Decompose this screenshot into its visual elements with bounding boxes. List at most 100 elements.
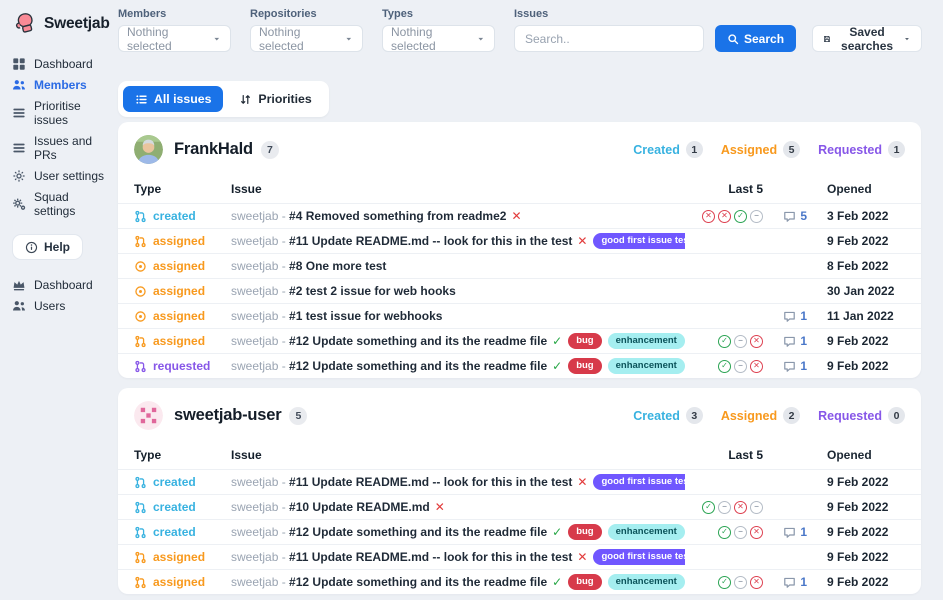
- issue-row[interactable]: assigned sweetjab - #12 Update something …: [118, 328, 921, 353]
- stat-count-badge: 2: [783, 407, 801, 424]
- comments-cell: 1: [763, 309, 807, 323]
- comments-cell: 1: [763, 334, 807, 348]
- issue-title[interactable]: #12 Update something and its the readme …: [289, 334, 547, 348]
- issue-type-label: requested: [153, 359, 211, 373]
- issue-row[interactable]: assigned sweetjab - #8 One more test 8 Feb…: [118, 253, 921, 278]
- sidebar-item-prioritise-issues[interactable]: Prioritise issues: [12, 95, 112, 130]
- issues-search-input[interactable]: [514, 25, 704, 52]
- issue-label: enhancement: [607, 358, 685, 374]
- boxing-glove-icon: [12, 10, 39, 37]
- lines-icon: [12, 141, 26, 155]
- issue-title[interactable]: #12 Update something and its the readme …: [289, 359, 547, 373]
- opened-date: 30 Jan 2022: [827, 284, 895, 298]
- tab-all-issues[interactable]: All issues: [123, 86, 224, 112]
- issue-type-label: assigned: [153, 550, 206, 564]
- user-card: sweetjab-user 5 Created 3 Assigned 2 Requested…: [118, 388, 921, 594]
- issue-row[interactable]: assigned sweetjab - #1 test issue for web…: [118, 303, 921, 328]
- issue-row[interactable]: assigned sweetjab - #2 test 2 issue for w…: [118, 278, 921, 303]
- issue-title[interactable]: #4 Removed something from readme2: [289, 209, 506, 223]
- separator: -: [278, 475, 290, 489]
- sidebar-item-issues-and-prs[interactable]: Issues and PRs: [12, 130, 112, 165]
- issue-title[interactable]: #12 Update something and its the readme …: [289, 525, 547, 539]
- issue-row[interactable]: created sweetjab - #11 Update README.md -…: [118, 469, 921, 494]
- issue-title[interactable]: #11 Update README.md -- look for this in…: [289, 550, 572, 564]
- last5-checks: ✓ − ✕: [685, 575, 763, 589]
- merged-check-icon: ✓: [552, 525, 563, 539]
- issue-row[interactable]: created sweetjab - #4 Removed something f…: [118, 203, 921, 228]
- repositories-filter-label: Repositories: [250, 8, 317, 20]
- repositories-select[interactable]: Nothing selected: [250, 25, 363, 53]
- members-select[interactable]: Nothing selected: [118, 24, 231, 53]
- sidebar-item-dashboard[interactable]: Dashboard: [12, 53, 112, 74]
- tab-priorities[interactable]: Priorities: [227, 86, 323, 112]
- issue-row[interactable]: assigned sweetjab - #11 Update README.md …: [118, 544, 921, 569]
- pull-request-icon: [134, 551, 147, 564]
- issue-title[interactable]: #1 test issue for webhooks: [289, 309, 442, 323]
- issue-title[interactable]: #12 Update something and its the readme …: [289, 575, 547, 589]
- issue-type-label: assigned: [153, 309, 206, 323]
- stat-created[interactable]: Created 3: [633, 407, 703, 424]
- issue-type-label: assigned: [153, 284, 206, 298]
- issue-title[interactable]: #8 One more test: [289, 259, 386, 273]
- issue-title[interactable]: #11 Update README.md -- look for this in…: [289, 234, 572, 248]
- table-header: Type Issue Last 5 Opened: [118, 173, 921, 203]
- issue-title[interactable]: #2 test 2 issue for web hooks: [289, 284, 456, 298]
- column-header-last5: Last 5: [728, 182, 763, 196]
- sidebar-item-users[interactable]: Users: [12, 295, 112, 316]
- photo-avatar: [134, 135, 163, 164]
- help-button[interactable]: Help: [12, 234, 84, 260]
- opened-date: 9 Feb 2022: [827, 550, 889, 564]
- opened-date: 9 Feb 2022: [827, 475, 889, 489]
- column-header-issue: Issue: [231, 448, 262, 462]
- sidebar-item-squad-settings[interactable]: Squad settings: [12, 186, 112, 221]
- main-content: Members Nothing selected Repositories No…: [118, 0, 943, 600]
- stat-created[interactable]: Created 1: [633, 141, 703, 158]
- issue-row[interactable]: created sweetjab - #12 Update something a…: [118, 519, 921, 544]
- issue-title[interactable]: #10 Update README.md: [289, 500, 430, 514]
- issue-row[interactable]: created sweetjab - #10 Update README.md ✕ ✓…: [118, 494, 921, 519]
- merged-check-icon: ✓: [552, 334, 563, 348]
- repo-name: sweetjab: [231, 475, 279, 489]
- issue-title[interactable]: #11 Update README.md -- look for this in…: [289, 475, 572, 489]
- user-stats: Created 1 Assigned 5 Requested 1: [633, 141, 905, 158]
- pull-request-icon: [134, 476, 147, 489]
- search-button[interactable]: Search: [715, 25, 797, 52]
- sidebar-item-dashboard[interactable]: Dashboard: [12, 274, 112, 295]
- last5-checks: ✓ − ✕: [685, 359, 763, 373]
- issue-type: assigned: [134, 550, 231, 564]
- caret-down-icon: [212, 34, 222, 44]
- merged-check-icon: ✓: [552, 359, 563, 373]
- sidebar-item-label: Users: [34, 298, 66, 313]
- types-filter-label: Types: [382, 8, 413, 20]
- issue-icon: [134, 310, 147, 323]
- issue-row[interactable]: assigned sweetjab - #12 Update something …: [118, 569, 921, 594]
- comment-count: 5: [800, 209, 807, 223]
- saved-searches-button[interactable]: Saved searches: [812, 25, 923, 53]
- sidebar-item-members[interactable]: Members: [12, 74, 112, 95]
- stat-requested[interactable]: Requested 0: [818, 407, 905, 424]
- issue-cell: sweetjab - #11 Update README.md -- look …: [231, 549, 685, 565]
- pull-request-icon: [134, 335, 147, 348]
- last5-checks: ✓ − ✕: [685, 525, 763, 539]
- check-circle-icon: ✓: [718, 359, 731, 373]
- column-header-type: Type: [134, 448, 162, 462]
- stat-assigned[interactable]: Assigned 2: [721, 407, 801, 424]
- app-logo[interactable]: Sweetjab: [12, 10, 112, 37]
- issue-row[interactable]: requested sweetjab - #12 Update something…: [118, 353, 921, 378]
- separator: -: [278, 259, 290, 273]
- sidebar-item-user-settings[interactable]: User settings: [12, 165, 112, 186]
- types-select[interactable]: Nothing selected: [382, 25, 495, 53]
- x-circle-icon: ✕: [702, 209, 715, 223]
- minus-circle-icon: −: [750, 500, 763, 514]
- stat-label: Created: [633, 408, 680, 423]
- minus-circle-icon: −: [750, 209, 763, 223]
- view-tabs: All issues Priorities: [118, 81, 329, 117]
- stat-requested[interactable]: Requested 1: [818, 141, 905, 158]
- issues-filter-label: Issues: [514, 8, 549, 20]
- sidebar-item-label: Squad settings: [34, 189, 76, 218]
- issue-type-label: created: [153, 500, 196, 514]
- repo-name: sweetjab: [231, 575, 279, 589]
- members-select-value: Nothing selected: [127, 24, 172, 53]
- stat-assigned[interactable]: Assigned 5: [721, 141, 801, 158]
- issue-row[interactable]: assigned sweetjab - #11 Update README.md …: [118, 228, 921, 253]
